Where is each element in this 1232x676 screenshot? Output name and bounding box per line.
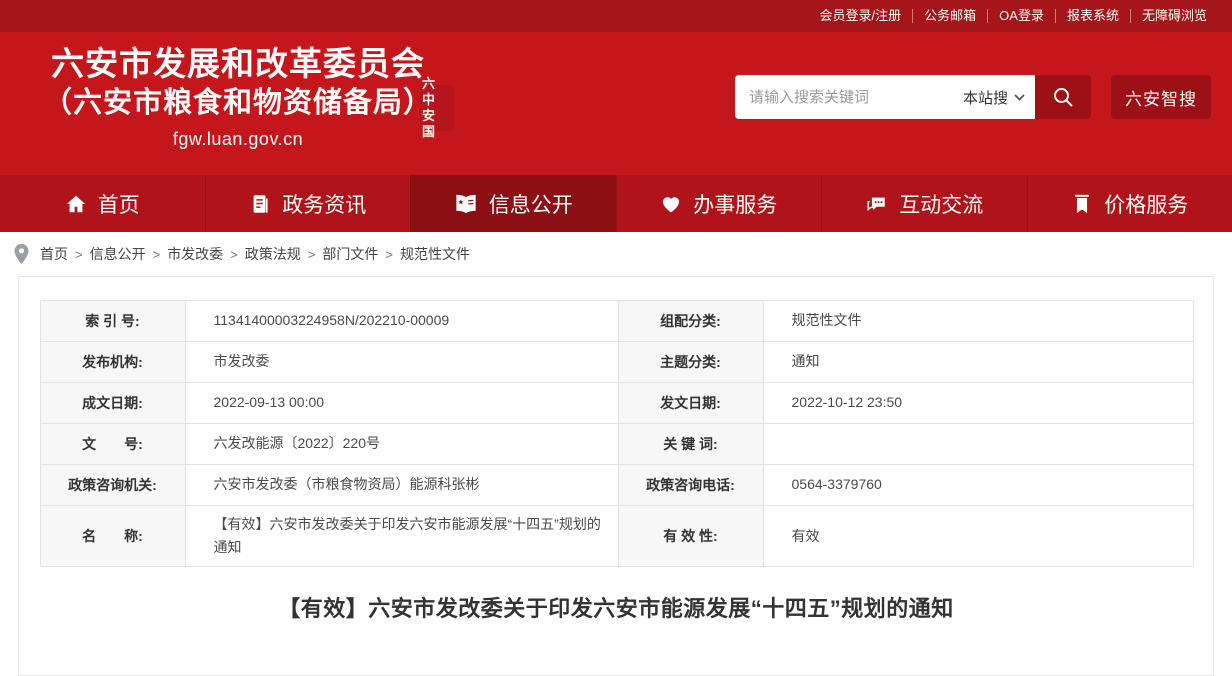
nav-item-info-disclosure[interactable]: 信息公开 <box>410 175 616 232</box>
nav-item-news[interactable]: 政务资讯 <box>205 175 411 232</box>
meta-label-publish-date: 发文日期: <box>619 383 764 424</box>
nav-item-home[interactable]: 首页 <box>0 175 205 232</box>
search-button[interactable] <box>1035 75 1091 119</box>
meta-label-issuing-agency: 发布机构: <box>41 342 186 383</box>
search-scope-dropdown[interactable]: 本站搜 <box>955 87 1025 108</box>
meta-label-consult-agency: 政策咨询机关: <box>41 465 186 506</box>
breadcrumb-separator: > <box>153 247 161 262</box>
nav-label: 价格服务 <box>1104 189 1188 219</box>
breadcrumb-separator: > <box>308 247 316 262</box>
open-book-icon <box>454 193 478 215</box>
meta-value-index-no: 11341400003224958N/202210-00009 <box>186 301 619 342</box>
nav-label: 首页 <box>98 189 140 219</box>
breadcrumb-normative-docs[interactable]: 规范性文件 <box>400 244 470 264</box>
meta-label-name: 名 称: <box>41 506 186 567</box>
meta-value-name: 【有效】六安市发改委关于印发六安市能源发展“十四五”规划的通知 <box>186 506 619 567</box>
document-title: 【有效】六安市发改委关于印发六安市能源发展“十四五”规划的通知 <box>19 591 1213 623</box>
home-icon <box>65 193 87 215</box>
site-brand[interactable]: 六安市发展和改革委员会 （六安市粮食和物资储备局） fgw.luan.gov.c… <box>12 44 464 150</box>
search-area: 本站搜 六安智搜 <box>735 75 1211 119</box>
search-scope-label: 本站搜 <box>963 87 1008 108</box>
site-subtitle: （六安市粮食和物资储备局） <box>12 84 464 122</box>
meta-value-consult-phone: 0564-3379760 <box>764 465 1194 506</box>
link-report-system[interactable]: 报表系统 <box>1056 9 1131 23</box>
meta-value-doc-number: 六发改能源〔2022〕220号 <box>186 424 619 465</box>
breadcrumb-separator: > <box>230 247 238 262</box>
nav-label: 办事服务 <box>693 189 777 219</box>
breadcrumb-home[interactable]: 首页 <box>40 244 68 264</box>
breadcrumb-info-disclosure[interactable]: 信息公开 <box>90 244 146 264</box>
nav-label: 信息公开 <box>489 189 573 219</box>
meta-label-validity: 有 效 性: <box>619 506 764 567</box>
meta-label-topic-category: 主题分类: <box>619 342 764 383</box>
site-domain: fgw.luan.gov.cn <box>12 129 464 150</box>
content-panel: 索 引 号: 11341400003224958N/202210-00009 组… <box>18 276 1214 676</box>
meta-value-group-category: 规范性文件 <box>764 301 1194 342</box>
meta-value-validity: 有效 <box>764 506 1194 567</box>
smart-search-button[interactable]: 六安智搜 <box>1111 75 1211 119</box>
nav-item-services[interactable]: 办事服务 <box>616 175 822 232</box>
meta-value-consult-agency: 六安市发改委（市粮食物资局）能源科张彬 <box>186 465 619 506</box>
link-official-mail[interactable]: 公务邮箱 <box>913 9 988 23</box>
meta-value-written-date: 2022-09-13 00:00 <box>186 383 619 424</box>
nav-item-interaction[interactable]: 互动交流 <box>821 175 1027 232</box>
search-input-area: 本站搜 <box>735 75 1035 119</box>
breadcrumb-separator: > <box>385 247 393 262</box>
meta-label-keywords: 关 键 词: <box>619 424 764 465</box>
chevron-down-icon <box>1014 94 1025 101</box>
heart-icon <box>660 193 682 215</box>
main-nav: 首页 政务资讯 信息公开 办事服务 <box>0 175 1232 232</box>
site-header: 六安市发展和改革委员会 （六安市粮食和物资储备局） fgw.luan.gov.c… <box>0 32 1232 175</box>
breadcrumb-policy[interactable]: 政策法规 <box>245 244 301 264</box>
document-meta-table: 索 引 号: 11341400003224958N/202210-00009 组… <box>40 300 1193 567</box>
chat-icon <box>865 193 888 215</box>
nav-label: 政务资讯 <box>282 189 366 219</box>
meta-label-index-no: 索 引 号: <box>41 301 186 342</box>
meta-value-publish-date: 2022-10-12 23:50 <box>764 383 1194 424</box>
search-box: 本站搜 <box>735 75 1091 119</box>
breadcrumb-separator: > <box>75 247 83 262</box>
breadcrumb: 首页 > 信息公开 > 市发改委 > 政策法规 > 部门文件 > 规范性文件 <box>0 232 1232 276</box>
location-pin-icon <box>13 243 30 265</box>
nav-item-price[interactable]: 价格服务 <box>1027 175 1232 232</box>
link-accessibility[interactable]: 无障碍浏览 <box>1131 9 1218 23</box>
utility-bar: 会员登录/注册 公务邮箱 OA登录 报表系统 无障碍浏览 <box>0 0 1232 32</box>
china-luan-seal-icon: 六中安国 <box>420 85 454 131</box>
meta-label-doc-number: 文 号: <box>41 424 186 465</box>
bookmark-icon <box>1071 193 1093 215</box>
breadcrumb-fgw[interactable]: 市发改委 <box>167 244 223 264</box>
meta-value-issuing-agency: 市发改委 <box>186 342 619 383</box>
search-icon <box>1051 85 1075 109</box>
search-input[interactable] <box>749 89 955 106</box>
news-icon <box>249 193 271 215</box>
link-member-login[interactable]: 会员登录/注册 <box>809 9 914 23</box>
link-oa-login[interactable]: OA登录 <box>988 9 1056 23</box>
site-title: 六安市发展和改革委员会 <box>12 44 464 84</box>
meta-label-group-category: 组配分类: <box>619 301 764 342</box>
nav-label: 互动交流 <box>899 189 983 219</box>
breadcrumb-dept-docs[interactable]: 部门文件 <box>322 244 378 264</box>
meta-label-written-date: 成文日期: <box>41 383 186 424</box>
meta-value-topic-category: 通知 <box>764 342 1194 383</box>
meta-value-keywords <box>764 424 1194 465</box>
meta-label-consult-phone: 政策咨询电话: <box>619 465 764 506</box>
